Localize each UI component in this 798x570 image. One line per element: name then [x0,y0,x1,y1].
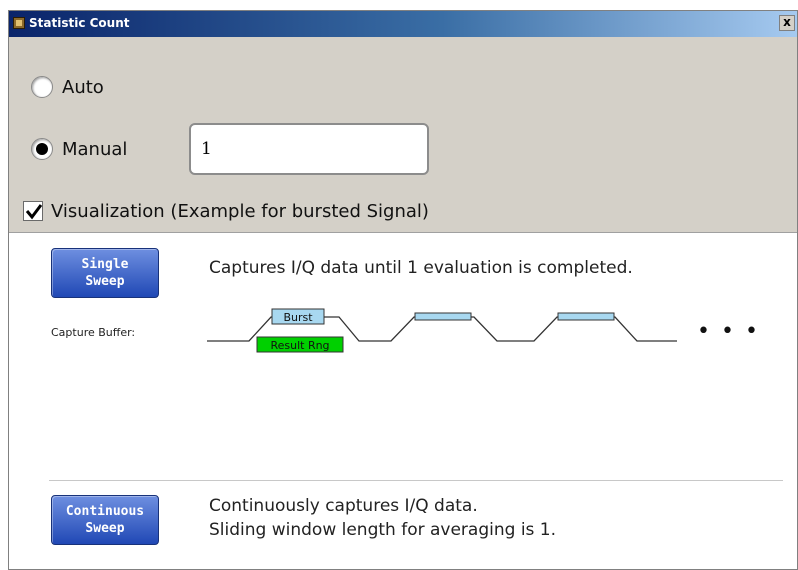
app-icon [13,17,25,29]
auto-label: Auto [62,76,104,98]
visualization-panel: Single Sweep Captures I/Q data until 1 e… [9,232,797,569]
burst-bar-3 [557,312,615,321]
section-divider [49,480,783,481]
capture-buffer-diagram: Burst Result Rng [207,308,677,353]
burst-bar-2 [414,312,472,321]
auto-radio-option[interactable]: Auto [31,73,104,101]
statistic-count-dialog: Statistic Count x Auto Manual Visualizat… [8,10,798,570]
manual-count-input[interactable] [189,123,429,175]
close-button[interactable]: x [779,15,795,31]
radio-selected-dot [36,143,48,155]
continuation-dots: • • • [697,319,760,344]
title-bar[interactable]: Statistic Count x [9,11,797,37]
manual-label: Manual [62,138,128,160]
window-title: Statistic Count [29,16,130,30]
manual-radio-option[interactable]: Manual [31,135,127,163]
result-range-label: Result Rng [270,339,329,352]
continuous-sweep-button[interactable]: Continuous Sweep [51,495,159,545]
manual-radio[interactable] [31,138,53,160]
continuous-sweep-description-line1: Continuously captures I/Q data. [209,496,478,516]
visualization-checkbox-option[interactable]: Visualization (Example for bursted Signa… [23,198,429,224]
auto-radio[interactable] [31,76,53,98]
visualization-label: Visualization (Example for bursted Signa… [51,200,429,222]
burst-label: Burst [283,311,313,324]
continuous-sweep-description-line2: Sliding window length for averaging is 1… [209,520,557,540]
checkmark-icon [25,204,43,220]
visualization-checkbox[interactable] [23,201,43,221]
